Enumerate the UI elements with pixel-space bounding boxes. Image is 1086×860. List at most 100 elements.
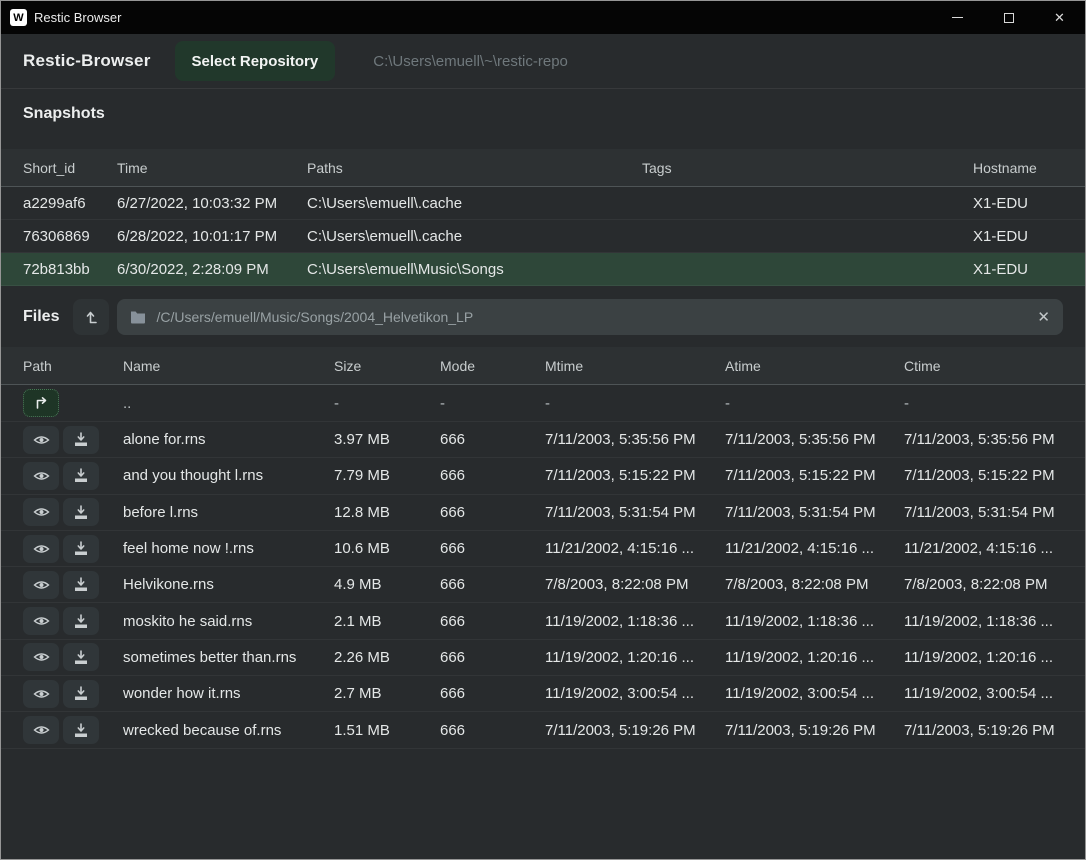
titlebar: W Restic Browser ✕ (1, 1, 1085, 34)
file-size: 12.8 MB (334, 504, 440, 521)
file-atime: 7/11/2003, 5:19:26 PM (725, 722, 904, 739)
wails-logo-icon: W (10, 9, 27, 26)
snapshot-short-id: a2299af6 (23, 195, 117, 212)
download-file-button[interactable] (63, 643, 99, 671)
eye-icon (33, 578, 50, 592)
snapshots-table-header: Short_id Time Paths Tags Hostname (1, 149, 1085, 187)
download-icon (73, 723, 89, 738)
col-short-id: Short_id (23, 160, 117, 176)
download-file-button[interactable] (63, 498, 99, 526)
file-mtime: 7/11/2003, 5:31:54 PM (545, 504, 725, 521)
download-file-button[interactable] (63, 607, 99, 635)
file-atime: 7/11/2003, 5:35:56 PM (725, 431, 904, 448)
clear-path-icon[interactable]: ✕ (1037, 310, 1050, 325)
snapshot-row-selected[interactable]: 72b813bb 6/30/2022, 2:28:09 PM C:\Users\… (1, 253, 1085, 286)
snapshot-paths: C:\Users\emuell\Music\Songs (307, 261, 642, 278)
file-row: wonder how it.rns 2.7 MB 666 11/19/2002,… (1, 676, 1085, 712)
minimize-button[interactable] (932, 1, 983, 34)
preview-file-button[interactable] (23, 535, 59, 563)
col-mode: Mode (440, 358, 545, 374)
file-name: Helvikone.rns (123, 576, 334, 593)
up-directory-icon (83, 309, 99, 325)
download-file-button[interactable] (63, 680, 99, 708)
current-path-field[interactable]: /C/Users/emuell/Music/Songs/2004_Helveti… (117, 299, 1063, 335)
download-icon (73, 432, 89, 447)
snapshot-time: 6/27/2022, 10:03:32 PM (117, 195, 307, 212)
file-row: before l.rns 12.8 MB 666 7/11/2003, 5:31… (1, 495, 1085, 531)
file-name: and you thought l.rns (123, 467, 334, 484)
file-atime: 7/8/2003, 8:22:08 PM (725, 576, 904, 593)
preview-file-button[interactable] (23, 462, 59, 490)
preview-file-button[interactable] (23, 498, 59, 526)
go-up-directory-button[interactable] (73, 299, 109, 335)
repository-path: C:\Users\emuell\~\restic-repo (373, 53, 568, 70)
file-mtime: 7/11/2003, 5:15:22 PM (545, 467, 725, 484)
preview-file-button[interactable] (23, 643, 59, 671)
file-row: wrecked because of.rns 1.51 MB 666 7/11/… (1, 712, 1085, 748)
window-controls: ✕ (932, 1, 1085, 34)
file-row: sometimes better than.rns 2.26 MB 666 11… (1, 640, 1085, 676)
col-path: Path (23, 358, 123, 374)
file-row: alone for.rns 3.97 MB 666 7/11/2003, 5:3… (1, 422, 1085, 458)
snapshot-hostname: X1-EDU (973, 261, 1063, 278)
file-size: 3.97 MB (334, 431, 440, 448)
file-mode: 666 (440, 431, 545, 448)
close-button[interactable]: ✕ (1034, 1, 1085, 34)
file-name: alone for.rns (123, 431, 334, 448)
file-mtime: 11/21/2002, 4:15:16 ... (545, 540, 725, 557)
snapshot-time: 6/30/2022, 2:28:09 PM (117, 261, 307, 278)
eye-icon (33, 614, 50, 628)
maximize-button[interactable] (983, 1, 1034, 34)
select-repository-button[interactable]: Select Repository (175, 41, 336, 81)
download-file-button[interactable] (63, 426, 99, 454)
file-name: wrecked because of.rns (123, 722, 334, 739)
download-icon (73, 541, 89, 556)
file-ctime: 7/11/2003, 5:35:56 PM (904, 431, 1063, 448)
preview-file-button[interactable] (23, 607, 59, 635)
file-mode: 666 (440, 649, 545, 666)
eye-icon (33, 650, 50, 664)
snapshot-time: 6/28/2022, 10:01:17 PM (117, 228, 307, 245)
download-file-button[interactable] (63, 535, 99, 563)
download-file-button[interactable] (63, 462, 99, 490)
file-mtime: 11/19/2002, 3:00:54 ... (545, 685, 725, 702)
download-file-button[interactable] (63, 716, 99, 744)
download-icon (73, 577, 89, 592)
file-ctime: 7/11/2003, 5:31:54 PM (904, 504, 1063, 521)
preview-file-button[interactable] (23, 571, 59, 599)
file-ctime: 7/8/2003, 8:22:08 PM (904, 576, 1063, 593)
folder-icon (130, 310, 146, 324)
download-file-button[interactable] (63, 571, 99, 599)
files-title: Files (23, 308, 59, 326)
file-name: feel home now !.rns (123, 540, 334, 557)
file-name: sometimes better than.rns (123, 649, 334, 666)
parent-directory-button[interactable] (23, 389, 59, 417)
preview-file-button[interactable] (23, 680, 59, 708)
files-bar: Files /C/Users/emuell/Music/Songs/2004_H… (1, 299, 1085, 335)
col-hostname: Hostname (973, 160, 1063, 176)
preview-file-button[interactable] (23, 426, 59, 454)
snapshot-hostname: X1-EDU (973, 228, 1063, 245)
file-size: - (334, 395, 440, 412)
snapshot-row[interactable]: 76306869 6/28/2022, 10:01:17 PM C:\Users… (1, 220, 1085, 253)
snapshot-short-id: 72b813bb (23, 261, 117, 278)
file-row: Helvikone.rns 4.9 MB 666 7/8/2003, 8:22:… (1, 567, 1085, 603)
file-size: 4.9 MB (334, 576, 440, 593)
file-mtime: 7/11/2003, 5:35:56 PM (545, 431, 725, 448)
close-icon: ✕ (1054, 10, 1065, 26)
file-ctime: 11/19/2002, 1:18:36 ... (904, 613, 1063, 630)
maximize-icon (1004, 13, 1014, 23)
file-mode: 666 (440, 504, 545, 521)
snapshot-row[interactable]: a2299af6 6/27/2022, 10:03:32 PM C:\Users… (1, 187, 1085, 220)
file-mode: 666 (440, 685, 545, 702)
file-atime: 7/11/2003, 5:15:22 PM (725, 467, 904, 484)
parent-directory-row: .. - - - - - (1, 385, 1085, 422)
file-mtime: 11/19/2002, 1:18:36 ... (545, 613, 725, 630)
preview-file-button[interactable] (23, 716, 59, 744)
file-size: 2.7 MB (334, 685, 440, 702)
col-name: Name (123, 358, 334, 374)
file-mode: 666 (440, 467, 545, 484)
file-size: 10.6 MB (334, 540, 440, 557)
file-row: moskito he said.rns 2.1 MB 666 11/19/200… (1, 603, 1085, 639)
files-table-header: Path Name Size Mode Mtime Atime Ctime (1, 347, 1085, 385)
